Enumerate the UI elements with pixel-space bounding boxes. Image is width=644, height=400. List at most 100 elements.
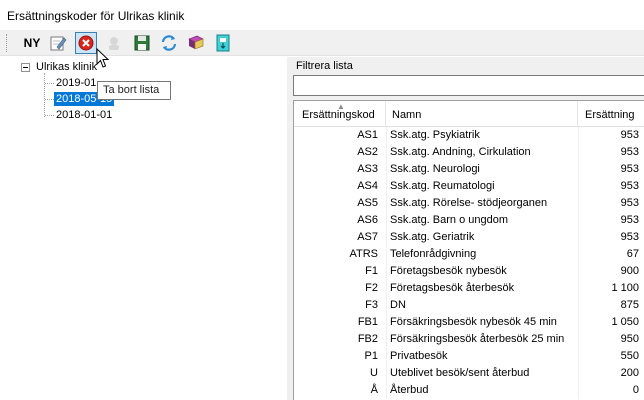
- row-code: U: [370, 367, 378, 379]
- edit-button[interactable]: [47, 32, 69, 54]
- refresh-icon: [161, 35, 177, 51]
- row-name: Försäkringsbesök återbesök 25 min: [386, 331, 576, 348]
- tree-node-list[interactable]: 2019-01: [54, 76, 98, 90]
- table-row[interactable]: AS7 Ssk.atg. Geriatrik 953: [294, 229, 644, 246]
- table-row[interactable]: Å Återbud 0: [294, 382, 644, 399]
- table-row[interactable]: F1 Företagsbesök nybesök 900: [294, 263, 644, 280]
- export-button[interactable]: [212, 32, 234, 54]
- table-row[interactable]: ATRS Telefonrådgivning 67: [294, 246, 644, 263]
- row-name: DN: [386, 297, 576, 314]
- tree-connector: [45, 99, 54, 100]
- filter-label: Filtrera lista: [296, 60, 353, 72]
- row-amount: 953: [578, 144, 642, 161]
- row-code: AS2: [357, 146, 378, 158]
- row-code: P1: [364, 350, 378, 362]
- row-amount: 0: [578, 382, 642, 399]
- row-amount: 550: [578, 348, 642, 365]
- row-name: Ssk.atg. Geriatrik: [386, 229, 576, 246]
- tree-connector: [44, 73, 45, 117]
- column-header-name-label: Namn: [392, 109, 422, 121]
- toolbar-grip[interactable]: [6, 34, 9, 52]
- tree-connector: [45, 115, 54, 116]
- row-code: Å: [370, 384, 378, 396]
- book-icon: [188, 35, 204, 50]
- new-button-label: NY: [23, 36, 41, 50]
- row-amount: 950: [578, 331, 642, 348]
- row-code: AS3: [357, 163, 378, 175]
- row-code: AS6: [357, 214, 378, 226]
- tree-node-list[interactable]: 2018-01-01: [54, 108, 114, 122]
- table-row[interactable]: FB1 Försäkringsbesök nybesök 45 min 1 050: [294, 314, 644, 331]
- row-name: Ssk.atg. Reumatologi: [386, 178, 576, 195]
- row-amount: 67: [578, 246, 642, 263]
- row-amount: 953: [578, 212, 642, 229]
- save-icon: [134, 35, 150, 51]
- table-row[interactable]: U Uteblivet besök/sent återbud 200: [294, 365, 644, 382]
- table-row[interactable]: AS2 Ssk.atg. Andning, Cirkulation 953: [294, 144, 644, 161]
- row-name: Företagsbesök nybesök: [386, 263, 576, 280]
- row-amount: 953: [578, 161, 642, 178]
- row-name: Ssk.atg. Psykiatrik: [386, 127, 576, 144]
- table-row[interactable]: AS6 Ssk.atg. Barn o ungdom 953: [294, 212, 644, 229]
- row-name: Företagsbesök återbesök: [386, 280, 576, 297]
- row-name: Privatbesök: [386, 348, 576, 365]
- new-button[interactable]: NY: [20, 32, 44, 54]
- row-amount: 953: [578, 178, 642, 195]
- grid-header: ▲ Ersättningskod Namn Ersättning: [294, 101, 644, 127]
- codes-grid[interactable]: ▲ Ersättningskod Namn Ersättning AS1 Ssk.…: [293, 100, 644, 400]
- row-code: F3: [365, 299, 378, 311]
- tree-connector: [45, 83, 54, 84]
- row-amount: 1 050: [578, 314, 642, 331]
- row-code: FB2: [357, 333, 378, 345]
- table-row[interactable]: FB2 Försäkringsbesök återbesök 25 min 950: [294, 331, 644, 348]
- tooltip: Ta bort lista: [97, 81, 171, 100]
- refresh-button[interactable]: [158, 32, 180, 54]
- row-amount: 953: [578, 229, 642, 246]
- tree-root-clinic[interactable]: Ulrikas klinik: [36, 61, 97, 73]
- row-code: F2: [365, 282, 378, 294]
- row-amount: 953: [578, 195, 642, 212]
- row-name: Telefonrådgivning: [386, 246, 576, 263]
- row-name: Ssk.atg. Barn o ungdom: [386, 212, 576, 229]
- row-name: Ssk.atg. Neurologi: [386, 161, 576, 178]
- collapse-toggle[interactable]: [21, 63, 30, 72]
- row-amount: 953: [578, 127, 642, 144]
- book-button[interactable]: [185, 32, 207, 54]
- window-title: Ersättningskoder för Ulrikas klinik: [7, 9, 185, 23]
- table-row[interactable]: AS1 Ssk.atg. Psykiatrik 953: [294, 127, 644, 144]
- table-row[interactable]: P1 Privatbesök 550: [294, 348, 644, 365]
- column-header-amount[interactable]: Ersättning: [578, 101, 644, 127]
- row-code: AS5: [357, 197, 378, 209]
- column-header-name[interactable]: Namn: [386, 101, 578, 127]
- delete-icon: [78, 35, 94, 51]
- sort-ascending-icon: ▲: [337, 102, 345, 111]
- row-amount: 1 100: [578, 280, 642, 297]
- row-amount: 900: [578, 263, 642, 280]
- edit-icon: [50, 36, 67, 51]
- row-name: Ssk.atg. Rörelse- stödjeorganen: [386, 195, 576, 212]
- row-code: ATRS: [349, 248, 378, 260]
- row-name: Återbud: [386, 382, 576, 399]
- row-code: AS4: [357, 180, 378, 192]
- title-bar: Ersättningskoder för Ulrikas klinik: [0, 0, 644, 30]
- row-name: Uteblivet besök/sent återbud: [386, 365, 576, 382]
- delete-list-button[interactable]: [75, 32, 97, 54]
- row-amount: 200: [578, 365, 642, 382]
- row-code: AS7: [357, 231, 378, 243]
- row-name: Försäkringsbesök nybesök 45 min: [386, 314, 576, 331]
- row-amount: 875: [578, 297, 642, 314]
- tooltip-text: Ta bort lista: [103, 84, 160, 96]
- filter-input[interactable]: [293, 75, 644, 96]
- grid-rows: AS1 Ssk.atg. Psykiatrik 953 AS2 Ssk.atg. An…: [294, 127, 644, 399]
- save-button[interactable]: [131, 32, 153, 54]
- row-code: FB1: [357, 316, 378, 328]
- export-icon: [216, 34, 230, 52]
- table-row[interactable]: F2 Företagsbesök återbesök 1 100: [294, 280, 644, 297]
- table-row[interactable]: AS4 Ssk.atg. Reumatologi 953: [294, 178, 644, 195]
- column-header-code[interactable]: ▲ Ersättningskod: [294, 101, 386, 127]
- row-code: F1: [365, 265, 378, 277]
- table-row[interactable]: AS5 Ssk.atg. Rörelse- stödjeorganen 953: [294, 195, 644, 212]
- table-row[interactable]: F3 DN 875: [294, 297, 644, 314]
- mouse-cursor-icon: [96, 48, 110, 68]
- table-row[interactable]: AS3 Ssk.atg. Neurologi 953: [294, 161, 644, 178]
